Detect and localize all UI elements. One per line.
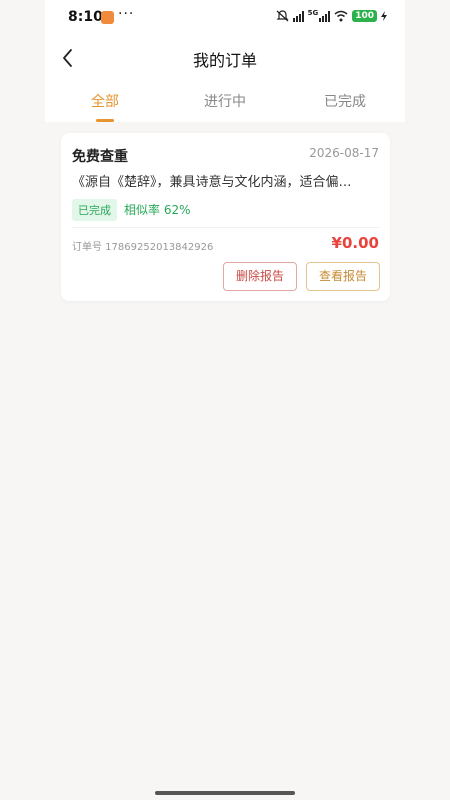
similarity-rate: 相似率 62%	[124, 203, 191, 217]
order-type: 免费查重	[72, 149, 128, 165]
signal-icon	[292, 10, 304, 22]
active-tab-indicator	[96, 119, 114, 122]
battery-icon: 100	[352, 10, 377, 22]
order-price: ¥0.00	[331, 234, 379, 252]
status-bar: 8:10 ··· 5G 100	[45, 0, 405, 36]
charging-icon	[381, 11, 387, 21]
delete-report-button[interactable]: 删除报告	[223, 262, 297, 291]
divider	[72, 227, 379, 228]
app-notification-icon	[101, 11, 114, 24]
nav-header: 我的订单	[45, 36, 405, 80]
order-card[interactable]: 免费查重 2026-08-17 《源自《楚辞》，兼具诗意与文化内涵，适合偏… 已…	[61, 133, 390, 301]
status-badge: 已完成	[72, 199, 117, 221]
tab-label: 进行中	[204, 94, 246, 110]
tab-label: 全部	[91, 94, 119, 110]
more-notifications-icon: ···	[118, 6, 135, 22]
mute-icon	[276, 10, 289, 22]
order-date: 2026-08-17	[309, 146, 379, 160]
view-report-button[interactable]: 查看报告	[306, 262, 380, 291]
page-title: 我的订单	[192, 51, 257, 70]
signal-icon-2	[319, 10, 331, 22]
order-description: 《源自《楚辞》，兼具诗意与文化内涵，适合偏…	[72, 175, 352, 190]
home-indicator[interactable]	[155, 791, 295, 795]
network-type: 5G	[307, 9, 319, 17]
phone-screen: 8:10 ··· 5G 100 我的订单 全部 进行中 已完成 免费查重 202…	[45, 0, 405, 800]
tab-label: 已完成	[324, 94, 366, 110]
tab-in-progress[interactable]: 进行中	[165, 80, 285, 122]
wifi-icon	[334, 10, 348, 22]
status-icons: 5G 100	[276, 9, 387, 22]
order-tabs: 全部 进行中 已完成	[45, 80, 405, 122]
tab-completed[interactable]: 已完成	[285, 80, 405, 122]
order-number: 订单号 17869252013842926	[72, 242, 214, 253]
tab-all[interactable]: 全部	[45, 80, 165, 122]
status-time: 8:10	[68, 9, 103, 25]
